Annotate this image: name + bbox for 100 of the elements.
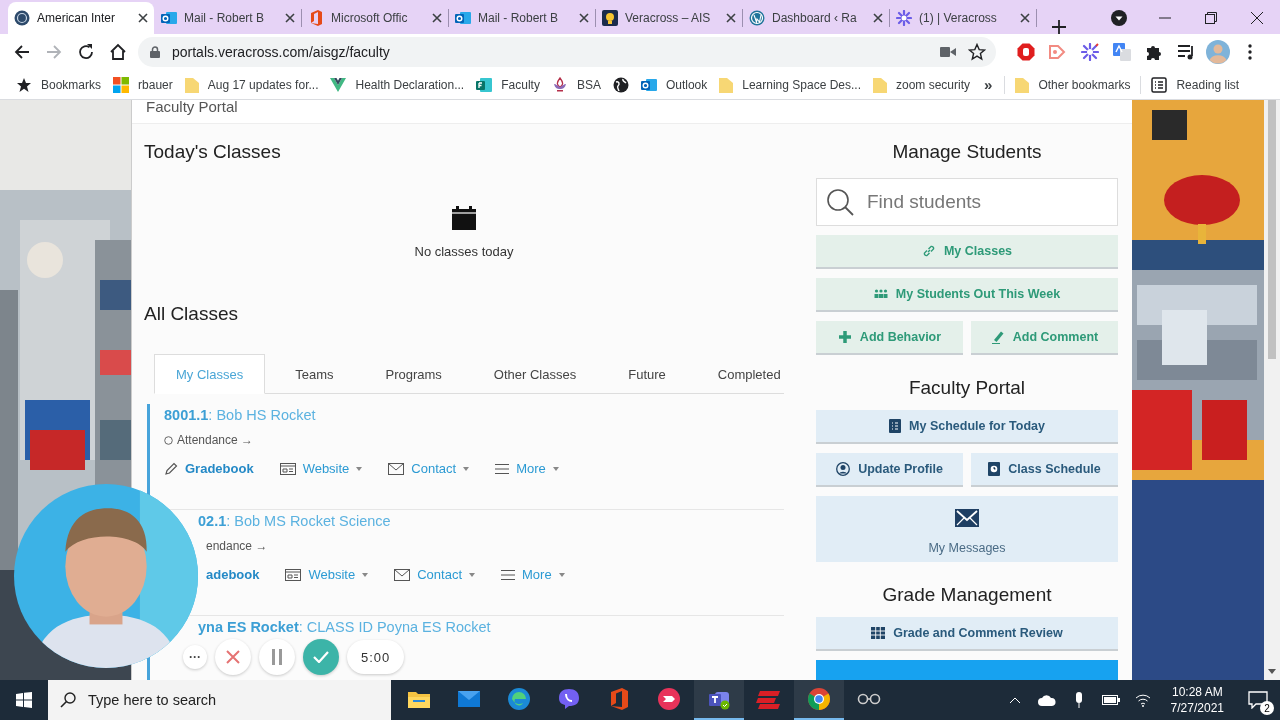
browser-tab[interactable]: Veracross – AIS bbox=[596, 2, 742, 34]
check-icon bbox=[313, 651, 329, 663]
home-icon[interactable] bbox=[109, 43, 127, 61]
cloud-icon[interactable] bbox=[1037, 694, 1056, 706]
close-icon[interactable] bbox=[138, 13, 148, 23]
calendar-icon bbox=[452, 206, 476, 230]
section-title: Grade Management bbox=[881, 583, 1053, 607]
reload-icon[interactable] bbox=[77, 43, 95, 61]
bulb-icon bbox=[602, 10, 618, 26]
bookmark[interactable]: BSA bbox=[545, 71, 607, 98]
gradebook-link[interactable]: adebook bbox=[206, 567, 260, 582]
pause-icon bbox=[271, 649, 283, 665]
bookmark[interactable]: Faculty bbox=[470, 71, 546, 98]
folder-icon bbox=[873, 76, 887, 93]
more-bookmarks-button[interactable]: » bbox=[976, 76, 1001, 93]
scroll-down-icon[interactable] bbox=[1268, 669, 1276, 674]
search-field[interactable]: Find students bbox=[816, 178, 1118, 226]
class-tab[interactable]: Completed bbox=[695, 354, 803, 394]
schedule-icon bbox=[889, 419, 902, 433]
chat-bubble-icon[interactable] bbox=[558, 688, 580, 710]
browser-tab[interactable]: Microsoft Offic bbox=[302, 2, 448, 34]
stop-hand-icon[interactable] bbox=[1017, 43, 1035, 61]
back-icon[interactable] bbox=[13, 43, 31, 61]
section-title: All Classes bbox=[144, 302, 239, 326]
star-icon[interactable] bbox=[968, 43, 986, 61]
portal-button[interactable]: My Schedule for Today bbox=[816, 410, 1118, 444]
playlist-icon[interactable] bbox=[1177, 43, 1195, 61]
browser-tab[interactable]: Dashboard ‹ Ra bbox=[743, 2, 889, 34]
browser-tab[interactable]: Mail - Robert B bbox=[155, 2, 301, 34]
reading-list-button[interactable]: Reading list bbox=[1145, 71, 1246, 98]
close-icon[interactable] bbox=[1251, 12, 1263, 24]
tab-search-icon[interactable] bbox=[1111, 10, 1127, 26]
star-icon bbox=[16, 76, 32, 93]
office-icon[interactable] bbox=[609, 688, 629, 710]
globe-icon[interactable] bbox=[612, 76, 629, 93]
express-logo-icon[interactable] bbox=[756, 689, 782, 709]
portal-button[interactable]: Update Profile bbox=[816, 453, 963, 487]
bookmark[interactable]: Outlook bbox=[634, 71, 714, 98]
class-tab[interactable]: Teams bbox=[273, 354, 356, 394]
class-tab[interactable]: Programs bbox=[363, 354, 464, 394]
browser-tab[interactable]: Mail - Robert B bbox=[449, 2, 595, 34]
close-icon[interactable] bbox=[285, 13, 295, 23]
reading-list-icon bbox=[1151, 76, 1168, 93]
class-tab[interactable]: Future bbox=[606, 354, 688, 394]
class-tab[interactable]: Other Classes bbox=[471, 354, 599, 394]
new-tab-icon[interactable] bbox=[1052, 20, 1066, 34]
folder-icon bbox=[1015, 76, 1030, 93]
windows-icon[interactable] bbox=[16, 692, 32, 708]
clock[interactable]: 10:28 AM 7/27/2021 bbox=[1158, 684, 1236, 716]
puzzle-icon[interactable] bbox=[1145, 43, 1163, 61]
close-icon[interactable] bbox=[726, 13, 736, 23]
mail-app-icon bbox=[455, 10, 471, 26]
bookmark[interactable]: Health Declaration... bbox=[324, 71, 471, 98]
taskbar-search-field[interactable]: Type here to search bbox=[48, 680, 391, 720]
caret-icon bbox=[558, 572, 565, 577]
microphone-icon[interactable] bbox=[1074, 692, 1083, 708]
bookmark[interactable]: Aug 17 updates for... bbox=[178, 71, 325, 98]
chevron-up-icon[interactable] bbox=[1008, 696, 1021, 704]
folder-icon[interactable] bbox=[408, 690, 430, 708]
translate-icon[interactable] bbox=[1113, 43, 1131, 61]
envelope-icon bbox=[388, 462, 405, 475]
chrome-icon[interactable] bbox=[808, 688, 830, 710]
scrollbar-thumb[interactable] bbox=[1268, 100, 1276, 359]
close-icon[interactable] bbox=[873, 13, 883, 23]
glasses-icon[interactable] bbox=[857, 693, 881, 705]
portal-button[interactable]: Class Schedule bbox=[971, 453, 1118, 487]
browser-tab[interactable]: American Inter bbox=[8, 2, 154, 34]
gradebook-link[interactable]: Gradebook bbox=[164, 461, 254, 476]
bookmark[interactable]: Other bookmarks bbox=[1009, 71, 1137, 98]
pencil-icon bbox=[164, 461, 178, 476]
address-bar[interactable]: portals.veracross.com/aisgz/faculty bbox=[138, 37, 996, 67]
bookmark[interactable]: Learning Space Des... bbox=[713, 71, 867, 98]
close-icon[interactable] bbox=[579, 13, 589, 23]
folder-icon bbox=[719, 76, 734, 93]
bookmark[interactable]: zoom security bbox=[867, 71, 977, 98]
attendance-link[interactable]: Attendance → bbox=[177, 433, 254, 447]
section-title: Faculty Portal bbox=[907, 376, 1027, 400]
attendance-link[interactable]: endance → bbox=[206, 539, 268, 553]
edge-icon[interactable] bbox=[508, 688, 530, 710]
close-icon[interactable] bbox=[1020, 13, 1030, 23]
messages-tile[interactable]: My Messages bbox=[816, 496, 1118, 562]
asterisk-icon[interactable] bbox=[1081, 43, 1099, 61]
url-text: portals.veracross.com/aisgz/faculty bbox=[172, 44, 391, 60]
windows-icon bbox=[113, 76, 130, 93]
close-icon[interactable] bbox=[432, 13, 442, 23]
link-icon bbox=[921, 244, 936, 258]
battery-icon[interactable] bbox=[1101, 695, 1120, 705]
v-logo-icon bbox=[330, 77, 347, 92]
wordpress-icon bbox=[749, 10, 765, 26]
bookmark[interactable]: Bookmarks bbox=[10, 71, 108, 98]
menu-icon bbox=[501, 568, 515, 581]
camera-icon[interactable] bbox=[940, 46, 956, 58]
wifi-icon[interactable] bbox=[1134, 693, 1151, 707]
restore-icon[interactable] bbox=[1205, 12, 1217, 24]
bookmark[interactable]: rbauer bbox=[107, 71, 179, 98]
cast-icon[interactable] bbox=[658, 688, 680, 710]
envelope-icon bbox=[955, 509, 979, 527]
browser-tab[interactable]: (1) | Veracross bbox=[890, 2, 1036, 34]
caret-icon bbox=[362, 572, 369, 577]
portal-button[interactable]: Grade and Comment Review bbox=[816, 617, 1118, 651]
